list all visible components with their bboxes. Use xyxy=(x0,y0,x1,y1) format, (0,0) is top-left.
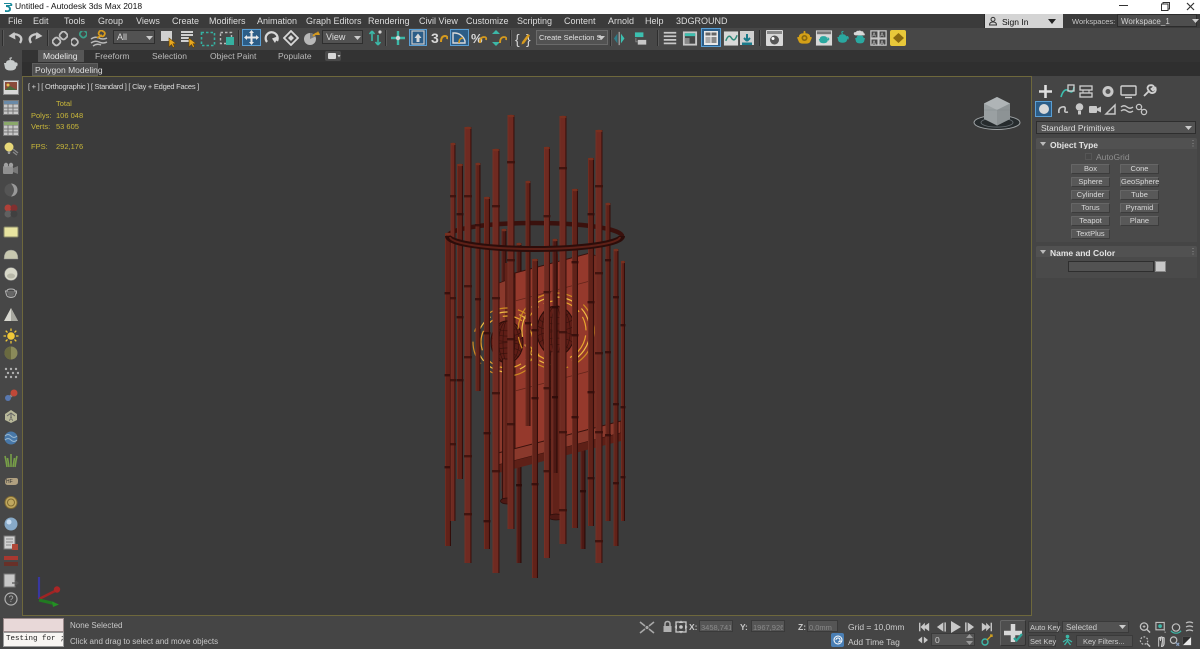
svg-text:A: A xyxy=(872,40,876,46)
svg-text:A: A xyxy=(880,40,884,46)
svg-text:HF: HF xyxy=(6,479,13,485)
svg-text:A: A xyxy=(872,33,876,39)
svg-text:{: { xyxy=(515,31,520,47)
svg-text:?: ? xyxy=(9,594,14,604)
svg-text:3: 3 xyxy=(431,30,439,46)
svg-text:A: A xyxy=(9,417,13,423)
svg-text:A: A xyxy=(880,33,884,39)
